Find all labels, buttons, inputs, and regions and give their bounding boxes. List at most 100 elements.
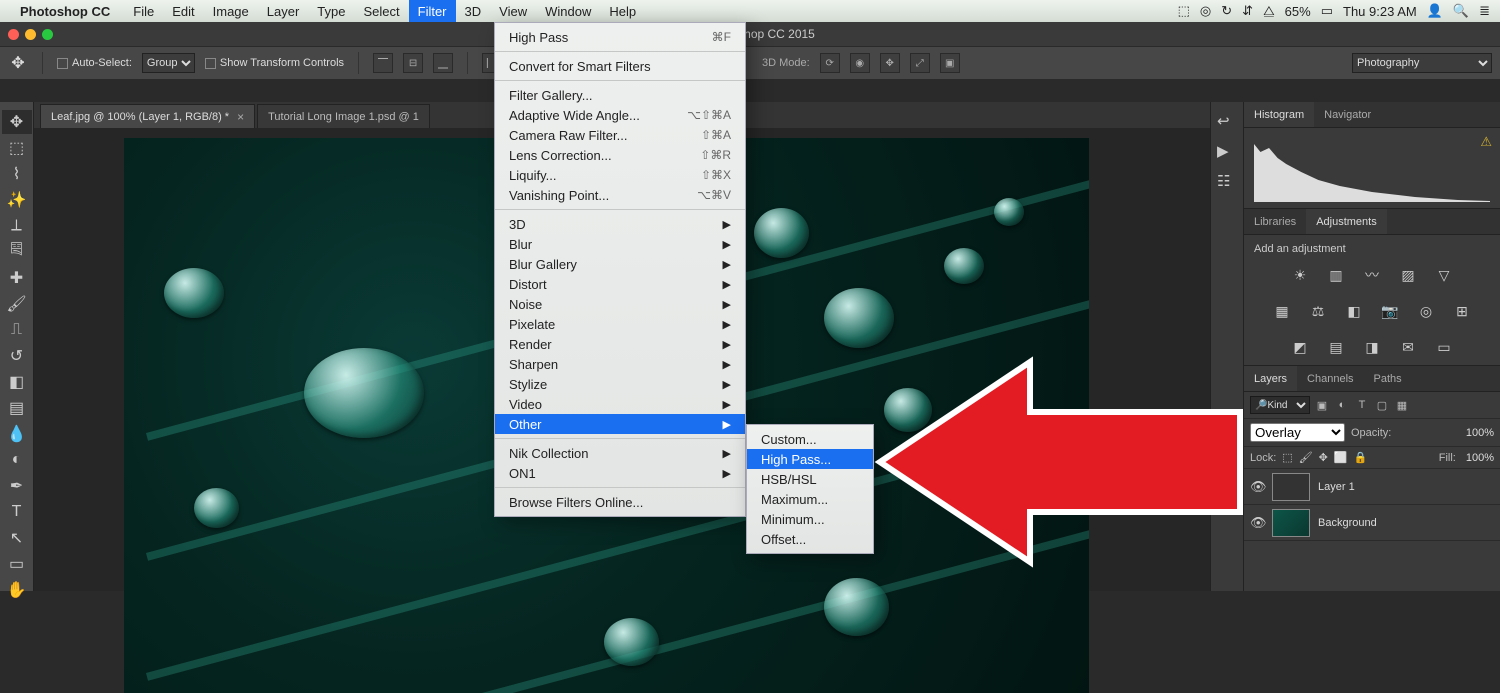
tab-layers[interactable]: Layers (1244, 366, 1297, 391)
align-top-icon[interactable]: ⎺ (373, 53, 393, 73)
doc-tab-active[interactable]: Leaf.jpg @ 100% (Layer 1, RGB/8) *× (40, 104, 255, 128)
clock[interactable]: Thu 9:23 AM (1343, 4, 1417, 19)
tab-histogram[interactable]: Histogram (1244, 102, 1314, 127)
close-tab-icon[interactable]: × (237, 110, 244, 124)
invert-icon[interactable]: ◩ (1289, 337, 1311, 357)
menu-distort[interactable]: Distort▶ (495, 274, 745, 294)
filter-adjust-icon[interactable]: ◐ (1334, 397, 1350, 413)
brightness-icon[interactable]: ☀ (1289, 265, 1311, 285)
tab-navigator[interactable]: Navigator (1314, 102, 1381, 127)
doc-tab-inactive[interactable]: Tutorial Long Image 1.psd @ 1 (257, 104, 430, 128)
auto-select-dropdown[interactable]: Group (142, 53, 195, 73)
3d-camera-icon[interactable]: ▣ (940, 53, 960, 73)
3d-slide-icon[interactable]: ⤢ (910, 53, 930, 73)
posterize-icon[interactable]: ▤ (1325, 337, 1347, 357)
selectivecolor-icon[interactable]: ✉ (1397, 337, 1419, 357)
filter-type-icon[interactable]: T (1354, 397, 1370, 413)
menu-edit[interactable]: Edit (163, 0, 203, 22)
menu-image[interactable]: Image (204, 0, 258, 22)
lock-artboard-icon[interactable]: ⬜ (1334, 451, 1348, 464)
hue-icon[interactable]: ▦ (1271, 301, 1293, 321)
menu-other[interactable]: Other▶ (495, 414, 745, 434)
menu-on1[interactable]: ON1▶ (495, 463, 745, 483)
filter-shape-icon[interactable]: ▢ (1374, 397, 1390, 413)
lock-pixels-icon[interactable]: 🖌 (1299, 451, 1313, 464)
curves-icon[interactable]: 〰 (1361, 265, 1383, 285)
move-tool[interactable]: ✥ (2, 110, 32, 134)
menu-help[interactable]: Help (600, 0, 645, 22)
tab-channels[interactable]: Channels (1297, 366, 1363, 391)
menu-convert-smart[interactable]: Convert for Smart Filters (495, 56, 745, 76)
menu-select[interactable]: Select (354, 0, 408, 22)
healing-tool[interactable]: ✚ (2, 266, 32, 290)
lasso-tool[interactable]: ⌇ (2, 162, 32, 186)
menu-video[interactable]: Video▶ (495, 394, 745, 414)
menu-vanishing-point[interactable]: Vanishing Point...⌥⌘V (495, 185, 745, 205)
fill-value[interactable]: 100% (1466, 452, 1494, 464)
visibility-icon[interactable]: 👁 (1250, 479, 1264, 495)
menu-stylize[interactable]: Stylize▶ (495, 374, 745, 394)
menu-camera-raw[interactable]: Camera Raw Filter...⇧⌘A (495, 125, 745, 145)
lock-all-icon[interactable]: 🔒 (1354, 451, 1368, 464)
dropbox-icon[interactable]: ⬚ (1178, 3, 1190, 19)
menu-icon[interactable]: ≣ (1479, 3, 1490, 19)
menu-render[interactable]: Render▶ (495, 334, 745, 354)
menu-layer[interactable]: Layer (258, 0, 309, 22)
menu-adaptive-wide[interactable]: Adaptive Wide Angle...⌥⇧⌘A (495, 105, 745, 125)
layer-thumbnail[interactable] (1272, 509, 1310, 537)
submenu-maximum[interactable]: Maximum... (747, 489, 873, 509)
menu-file[interactable]: File (124, 0, 163, 22)
move-tool-icon[interactable]: ✥ (8, 53, 28, 73)
gradient-tool[interactable]: ▤ (2, 396, 32, 420)
levels-icon[interactable]: ▥ (1325, 265, 1347, 285)
minimize-button[interactable] (25, 29, 36, 40)
dodge-tool[interactable]: ◐ (2, 448, 32, 472)
layer-name[interactable]: Background (1318, 517, 1377, 529)
colorbalance-icon[interactable]: ⚖ (1307, 301, 1329, 321)
menu-3d[interactable]: 3D▶ (495, 214, 745, 234)
battery-icon[interactable]: ▭ (1321, 3, 1333, 19)
workspace-dropdown[interactable]: Photography (1352, 53, 1492, 73)
spotlight-icon[interactable]: 🔍 (1453, 3, 1469, 19)
tab-adjustments[interactable]: Adjustments (1306, 209, 1387, 234)
actions-panel-icon[interactable]: ▶ (1217, 142, 1237, 162)
zoom-button[interactable] (42, 29, 53, 40)
marquee-tool[interactable]: ⬚ (2, 136, 32, 160)
menu-3d[interactable]: 3D (456, 0, 491, 22)
battery-text[interactable]: 65% (1285, 4, 1311, 19)
blur-tool[interactable]: 💧 (2, 422, 32, 446)
pen-tool[interactable]: ✒ (2, 474, 32, 498)
menu-window[interactable]: Window (536, 0, 600, 22)
menu-liquify[interactable]: Liquify...⇧⌘X (495, 165, 745, 185)
menu-browse-filters[interactable]: Browse Filters Online... (495, 492, 745, 512)
sync-icon[interactable]: ⇵ (1242, 3, 1253, 19)
channelmixer-icon[interactable]: ◎ (1415, 301, 1437, 321)
eyedropper-tool[interactable]: ༕ (2, 240, 32, 264)
type-tool[interactable]: T (2, 500, 32, 524)
filter-smart-icon[interactable]: ▦ (1394, 397, 1410, 413)
user-icon[interactable]: 👤 (1427, 3, 1443, 19)
quick-select-tool[interactable]: ✨ (2, 188, 32, 212)
visibility-icon[interactable]: 👁 (1250, 515, 1264, 531)
menu-blur-gallery[interactable]: Blur Gallery▶ (495, 254, 745, 274)
blend-mode-dropdown[interactable]: Overlay (1250, 423, 1345, 442)
tab-libraries[interactable]: Libraries (1244, 209, 1306, 234)
colorlookup-icon[interactable]: ⊞ (1451, 301, 1473, 321)
history-brush-tool[interactable]: ↺ (2, 344, 32, 368)
history-panel-icon[interactable]: ↩ (1217, 112, 1237, 132)
exposure-icon[interactable]: ▨ (1397, 265, 1419, 285)
menu-noise[interactable]: Noise▶ (495, 294, 745, 314)
stamp-tool[interactable]: ⎍ (2, 318, 32, 342)
opacity-value[interactable]: 100% (1466, 427, 1494, 439)
app-name[interactable]: Photoshop CC (20, 4, 110, 19)
bw-icon[interactable]: ◧ (1343, 301, 1365, 321)
menu-pixelate[interactable]: Pixelate▶ (495, 314, 745, 334)
properties-panel-icon[interactable]: ☷ (1217, 172, 1237, 192)
submenu-hsbhsl[interactable]: HSB/HSL (747, 469, 873, 489)
3d-orbit-icon[interactable]: ⟳ (820, 53, 840, 73)
submenu-offset[interactable]: Offset... (747, 529, 873, 549)
shape-tool[interactable]: ▭ (2, 552, 32, 576)
menu-filter[interactable]: Filter (409, 0, 456, 22)
tab-paths[interactable]: Paths (1364, 366, 1412, 391)
photofilter-icon[interactable]: 📷 (1379, 301, 1401, 321)
